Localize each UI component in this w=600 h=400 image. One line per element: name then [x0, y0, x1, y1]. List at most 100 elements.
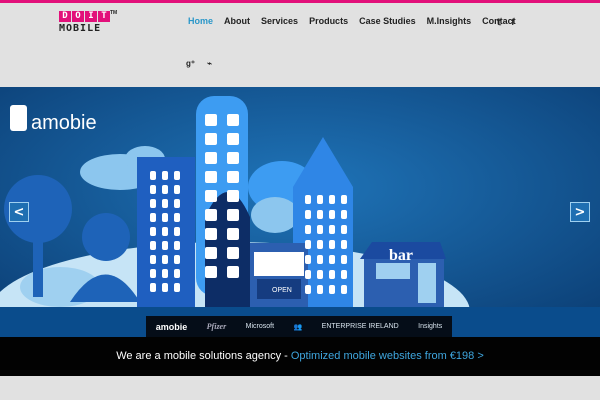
- strapline-link[interactable]: Optimized mobile websites from €198 >: [291, 350, 484, 362]
- building-window: [227, 152, 239, 164]
- doit-mobile-logo[interactable]: D O I T TM MOBILE: [59, 10, 119, 37]
- bar-sign: bar: [389, 247, 413, 264]
- building-window: [205, 228, 217, 240]
- people-icon: 👥: [293, 323, 303, 331]
- building-window: [162, 171, 168, 180]
- building-window: [305, 270, 311, 279]
- building-window: [341, 285, 347, 294]
- building-window: [329, 240, 335, 249]
- building-window: [205, 171, 217, 183]
- building-window: [317, 255, 323, 264]
- building-window: [317, 225, 323, 234]
- city-illustration: OPEN bar amobie: [0, 87, 600, 337]
- google-plus-icon[interactable]: g⁺: [186, 59, 195, 68]
- logo-letter: I: [85, 11, 97, 22]
- building-window: [341, 255, 347, 264]
- building-window: [162, 283, 168, 292]
- building-window: [205, 266, 217, 278]
- building-window: [162, 213, 168, 222]
- nav-about[interactable]: About: [224, 16, 250, 26]
- shop-open-sign: OPEN: [272, 287, 292, 294]
- nav-services[interactable]: Services: [261, 16, 298, 26]
- logo-trademark: TM: [110, 10, 118, 16]
- building-window: [150, 283, 156, 292]
- client-insights: Insights: [418, 323, 443, 330]
- slider-prev-button[interactable]: <: [9, 202, 29, 222]
- nav-home[interactable]: Home: [188, 16, 213, 26]
- building-window: [174, 241, 180, 250]
- strapline-text: We are a mobile solutions agency -: [116, 350, 291, 362]
- social-links-secondary: g⁺ ⌁: [186, 59, 212, 68]
- logo-letter: T: [98, 11, 110, 22]
- building-window: [174, 199, 180, 208]
- twitter-icon[interactable]: 𝕥: [497, 17, 501, 28]
- building-window: [162, 269, 168, 278]
- building-window: [329, 210, 335, 219]
- building-window: [205, 114, 217, 126]
- building-window: [174, 283, 180, 292]
- building-window: [174, 171, 180, 180]
- building-window: [329, 195, 335, 204]
- building-window: [341, 270, 347, 279]
- building-window: [341, 225, 347, 234]
- building-window: [162, 255, 168, 264]
- building-window: [150, 199, 156, 208]
- hero-slider: OPEN bar amobie < > amobie Pfizer Micros…: [0, 87, 600, 337]
- building-window: [162, 227, 168, 236]
- building-window: [305, 240, 311, 249]
- client-logo-strip: amobie Pfizer Microsoft 👥 ENTERPRISE IRE…: [146, 316, 452, 337]
- logo-letter: O: [72, 11, 84, 22]
- building-window: [227, 133, 239, 145]
- building-window: [162, 199, 168, 208]
- building-window: [162, 241, 168, 250]
- building-window: [317, 240, 323, 249]
- building-window: [174, 255, 180, 264]
- building-window: [341, 195, 347, 204]
- building-window: [329, 255, 335, 264]
- logo-word: MOBILE: [59, 23, 102, 34]
- building-window: [227, 228, 239, 240]
- amobie-brand: amobie: [31, 112, 97, 134]
- nav-case-studies[interactable]: Case Studies: [359, 16, 416, 26]
- building-window: [150, 255, 156, 264]
- building-window: [329, 225, 335, 234]
- strapline-bar: We are a mobile solutions agency - Optim…: [0, 337, 600, 376]
- main-nav: Home About Services Products Case Studie…: [188, 16, 527, 26]
- building-window: [317, 195, 323, 204]
- building-window: [150, 213, 156, 222]
- phone-icon: [10, 105, 27, 131]
- building-window: [150, 171, 156, 180]
- building-window: [174, 185, 180, 194]
- building-window: [227, 247, 239, 259]
- nav-minsights[interactable]: M.Insights: [427, 16, 472, 26]
- facebook-icon[interactable]: f: [511, 17, 514, 28]
- building-window: [305, 195, 311, 204]
- building-window: [317, 270, 323, 279]
- rss-icon[interactable]: ⌁: [207, 59, 212, 68]
- building-window: [150, 185, 156, 194]
- building-window: [329, 270, 335, 279]
- building-window: [205, 209, 217, 221]
- building-window: [341, 240, 347, 249]
- client-enterprise-ireland: ENTERPRISE IRELAND: [321, 323, 399, 330]
- client-amobie: amobie: [155, 321, 188, 332]
- building-window: [305, 285, 311, 294]
- building-window: [150, 241, 156, 250]
- building-window: [317, 285, 323, 294]
- building-window: [205, 133, 217, 145]
- site-header: D O I T TM MOBILE Home About Services Pr…: [0, 3, 600, 87]
- building-window: [205, 190, 217, 202]
- building-window: [174, 269, 180, 278]
- building-window: [150, 269, 156, 278]
- building-window: [205, 247, 217, 259]
- building-window: [174, 227, 180, 236]
- building-window: [329, 285, 335, 294]
- building-window: [305, 210, 311, 219]
- slider-next-button[interactable]: >: [570, 202, 590, 222]
- building-window: [317, 210, 323, 219]
- building-window: [305, 255, 311, 264]
- building-window: [174, 213, 180, 222]
- building-window: [227, 171, 239, 183]
- nav-products[interactable]: Products: [309, 16, 348, 26]
- building-window: [205, 152, 217, 164]
